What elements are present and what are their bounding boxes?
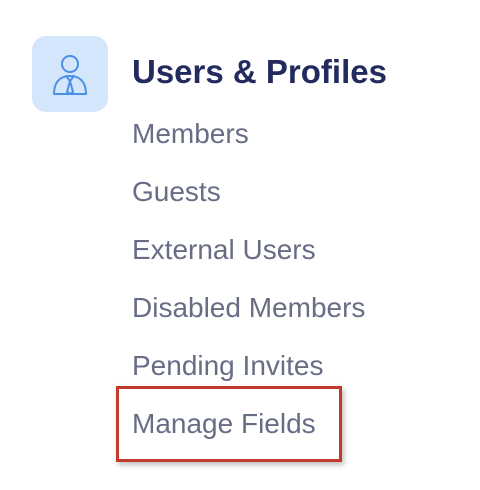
manage-fields-highlight bbox=[116, 386, 342, 462]
menu-item-disabled-members[interactable]: Disabled Members bbox=[132, 288, 365, 346]
users-profiles-icon-tile bbox=[32, 36, 108, 112]
section-title: Users & Profiles bbox=[132, 53, 387, 90]
user-profile-icon bbox=[53, 55, 87, 95]
menu-item-external-users[interactable]: External Users bbox=[132, 230, 365, 288]
menu-item-guests[interactable]: Guests bbox=[132, 172, 365, 230]
menu-item-members[interactable]: Members bbox=[132, 114, 365, 172]
